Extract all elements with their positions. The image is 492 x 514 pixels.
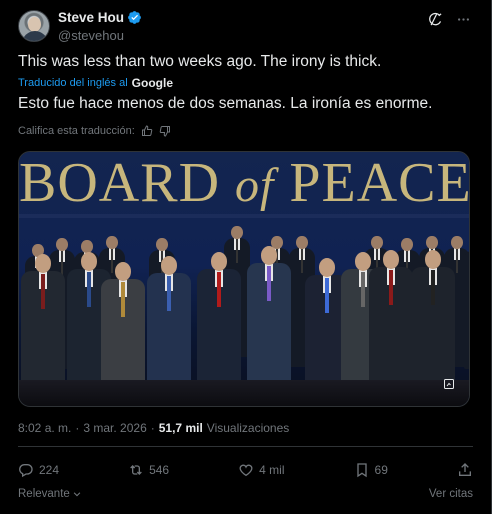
tweet-meta: 8:02 a. m. · 3 mar. 2026 · 51,7 mil Visu… xyxy=(18,421,289,435)
verified-badge-icon xyxy=(128,11,141,24)
heart-icon xyxy=(239,464,253,477)
more-options-icon[interactable] xyxy=(455,11,471,27)
person-tie xyxy=(267,265,271,301)
person-head xyxy=(451,236,463,249)
avatar-shirt xyxy=(22,31,48,41)
chevron-down-icon xyxy=(73,492,81,497)
google-logo: Google xyxy=(131,76,173,90)
divider xyxy=(18,446,473,447)
banner-word-board: BOARD xyxy=(19,152,221,214)
bookmark-button[interactable]: 69 xyxy=(354,459,388,481)
banner-word-of: of xyxy=(235,159,275,212)
views-label: Visualizaciones xyxy=(206,421,290,435)
like-count: 4 mil xyxy=(259,463,285,477)
person-tie xyxy=(87,271,91,307)
sort-replies-dropdown[interactable]: Relevante xyxy=(18,488,82,500)
header-actions xyxy=(427,11,471,27)
tweet-text: This was less than two weeks ago. The ir… xyxy=(18,53,382,70)
person-head xyxy=(210,252,228,271)
bookmark-icon xyxy=(356,463,367,478)
thumbs-up-icon[interactable] xyxy=(141,125,153,137)
translation-attribution[interactable]: Traducido del inglés al Google xyxy=(18,76,173,90)
person-head xyxy=(382,250,400,269)
person-head xyxy=(426,236,438,249)
person-head xyxy=(318,258,336,277)
person-head xyxy=(424,250,442,269)
share-button[interactable] xyxy=(457,459,473,481)
author-row[interactable]: Steve Hou xyxy=(58,10,142,25)
avatar[interactable] xyxy=(18,10,50,42)
tweet-translated-text: Esto fue hace menos de dos semanas. La i… xyxy=(18,95,433,112)
person-tie xyxy=(361,271,365,307)
rate-label: Califica esta traducción: xyxy=(18,125,135,137)
replies-controls: Relevante Ver citas xyxy=(18,488,473,500)
person-head xyxy=(156,238,168,251)
banner-word-peace: PEACE xyxy=(289,152,470,214)
avatar-face xyxy=(28,17,41,32)
meta-separator: · xyxy=(75,421,80,435)
author-name[interactable]: Steve Hou xyxy=(58,10,124,25)
person-head xyxy=(114,262,132,281)
person-head xyxy=(260,246,278,265)
tweet-photo[interactable]: BOARD of PEACE xyxy=(18,151,470,407)
translated-label: Traducido del inglés al xyxy=(18,77,128,89)
repost-count: 546 xyxy=(149,463,170,477)
person-head xyxy=(34,254,52,273)
bookmark-count: 69 xyxy=(374,463,388,477)
tweet-date[interactable]: 3 mar. 2026 xyxy=(83,421,146,435)
person-head xyxy=(231,226,243,239)
reply-button[interactable]: 224 xyxy=(18,459,59,481)
person-tie xyxy=(431,269,435,305)
person-head xyxy=(81,240,93,253)
stage-rail xyxy=(19,214,469,218)
reply-icon xyxy=(19,464,33,478)
person-head xyxy=(80,252,98,271)
author-handle[interactable]: @stevehou xyxy=(58,28,124,43)
person-head xyxy=(160,256,178,275)
person-tie xyxy=(389,269,393,305)
share-icon xyxy=(458,463,471,476)
person-suit xyxy=(464,249,469,369)
grok-icon[interactable] xyxy=(427,11,443,27)
repost-button[interactable]: 546 xyxy=(128,459,169,481)
person-tie xyxy=(167,275,171,311)
person-head xyxy=(371,236,383,249)
person-head xyxy=(106,236,118,249)
action-bar: 224 546 4 mil 69 xyxy=(18,459,473,481)
thumbs-down-icon[interactable] xyxy=(159,125,171,137)
views-count: 51,7 mil xyxy=(158,421,203,435)
sort-label: Relevante xyxy=(18,488,70,500)
tweet-detail: Steve Hou @stevehou This was less than t… xyxy=(0,0,492,514)
person-tie xyxy=(121,281,125,317)
tweet-time[interactable]: 8:02 a. m. xyxy=(18,421,71,435)
person-head xyxy=(296,236,308,249)
photo-banner: BOARD of PEACE xyxy=(19,152,469,217)
meta-separator: · xyxy=(150,421,155,435)
person-figure xyxy=(247,246,291,399)
stage-floor xyxy=(19,380,469,406)
alt-text-icon[interactable] xyxy=(443,378,455,390)
reply-count: 224 xyxy=(39,463,60,477)
person-tie xyxy=(325,277,329,313)
person-head xyxy=(401,238,413,251)
person-tie xyxy=(455,249,459,274)
person-tie xyxy=(41,273,45,309)
rate-translation: Califica esta traducción: xyxy=(18,125,171,137)
person-tie xyxy=(217,271,221,307)
repost-icon xyxy=(130,465,142,475)
like-button[interactable]: 4 mil xyxy=(238,459,285,481)
person-head xyxy=(56,238,68,251)
view-quotes-link[interactable]: Ver citas xyxy=(429,488,473,500)
person-tie xyxy=(300,249,304,274)
person-figure xyxy=(464,238,469,369)
